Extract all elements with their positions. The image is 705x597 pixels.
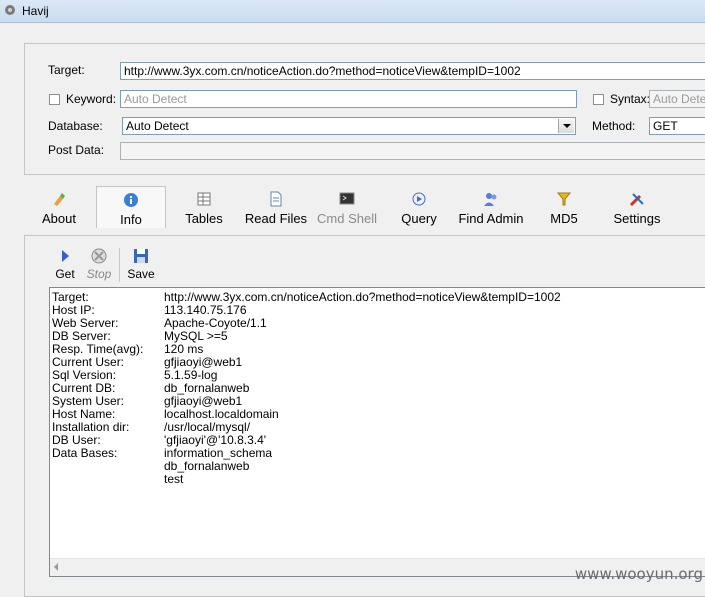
title-bar: Havij: [0, 0, 705, 23]
tab-query[interactable]: Query: [392, 186, 446, 228]
tab-info-label: Info: [120, 212, 142, 227]
chevron-down-icon[interactable]: [558, 119, 574, 133]
watermark: www.wooyun.org: [574, 565, 703, 583]
database-label: Database:: [48, 119, 103, 133]
tab-info[interactable]: Info: [96, 186, 166, 228]
info-value: test: [164, 472, 184, 486]
target-label: Target:: [48, 63, 85, 77]
syntax-input[interactable]: Auto Dete: [649, 90, 705, 108]
target-params-group: Target: http://www.3yx.com.cn/noticeActi…: [24, 43, 705, 175]
tab-tables-label: Tables: [185, 211, 223, 226]
settings-icon: [629, 193, 644, 207]
tab-tables[interactable]: Tables: [174, 186, 234, 228]
scroll-left-arrow-icon[interactable]: [54, 563, 58, 571]
tab-find-admin[interactable]: Find Admin: [454, 186, 528, 228]
info-output-textarea[interactable]: Target: http://www.3yx.com.cn/noticeActi…: [49, 287, 705, 577]
tab-read-files-label: Read Files: [244, 211, 308, 226]
method-label: Method:: [592, 119, 636, 133]
database-select[interactable]: Auto Detect: [122, 117, 576, 135]
get-button[interactable]: Get: [50, 247, 80, 283]
save-button-label: Save: [127, 267, 155, 281]
save-icon: [134, 249, 148, 263]
cmd-shell-icon: [339, 192, 355, 205]
tab-settings[interactable]: Settings: [602, 186, 672, 228]
toolbar-divider: [119, 248, 120, 282]
query-icon: [412, 192, 426, 206]
keyword-label: Keyword:: [66, 92, 117, 106]
tab-about-label: About: [42, 211, 76, 226]
tab-settings-label: Settings: [613, 211, 661, 226]
tab-about[interactable]: About: [28, 186, 90, 228]
method-select[interactable]: GET: [649, 117, 705, 135]
target-input[interactable]: http://www.3yx.com.cn/noticeAction.do?me…: [120, 62, 705, 80]
get-button-label: Get: [55, 267, 75, 281]
about-icon: [54, 193, 65, 206]
stop-button[interactable]: Stop: [82, 247, 116, 283]
window-title: Havij: [22, 4, 49, 18]
havij-app-icon: [5, 5, 15, 15]
tab-md5[interactable]: MD5: [538, 186, 590, 228]
stop-button-label: Stop: [86, 267, 112, 281]
save-button[interactable]: Save: [124, 247, 158, 283]
tab-cmd-shell-label: Cmd Shell: [317, 211, 377, 226]
find-admin-icon: [484, 193, 497, 206]
md5-icon: [556, 192, 572, 206]
tab-cmd-shell[interactable]: Cmd Shell: [314, 186, 380, 228]
info-icon: [124, 193, 138, 207]
tab-query-label: Query: [401, 211, 437, 226]
info-key: Data Bases:: [52, 446, 118, 460]
play-icon: [62, 250, 69, 262]
syntax-label: Syntax:: [610, 92, 651, 106]
read-files-icon: [270, 191, 282, 207]
tab-bar: About Info Tables Read Files Cmd Shell Q…: [24, 186, 705, 230]
syntax-checkbox[interactable]: [593, 94, 604, 105]
tab-find-admin-label: Find Admin: [458, 211, 524, 226]
tables-icon: [197, 192, 211, 206]
post-data-input[interactable]: [120, 142, 705, 160]
keyword-input[interactable]: Auto Detect: [120, 90, 577, 108]
post-data-label: Post Data:: [48, 143, 105, 157]
tab-md5-label: MD5: [550, 211, 578, 226]
database-selected-value: Auto Detect: [126, 119, 189, 133]
stop-icon: [91, 248, 107, 264]
tab-read-files[interactable]: Read Files: [240, 186, 312, 228]
keyword-checkbox[interactable]: [49, 94, 60, 105]
